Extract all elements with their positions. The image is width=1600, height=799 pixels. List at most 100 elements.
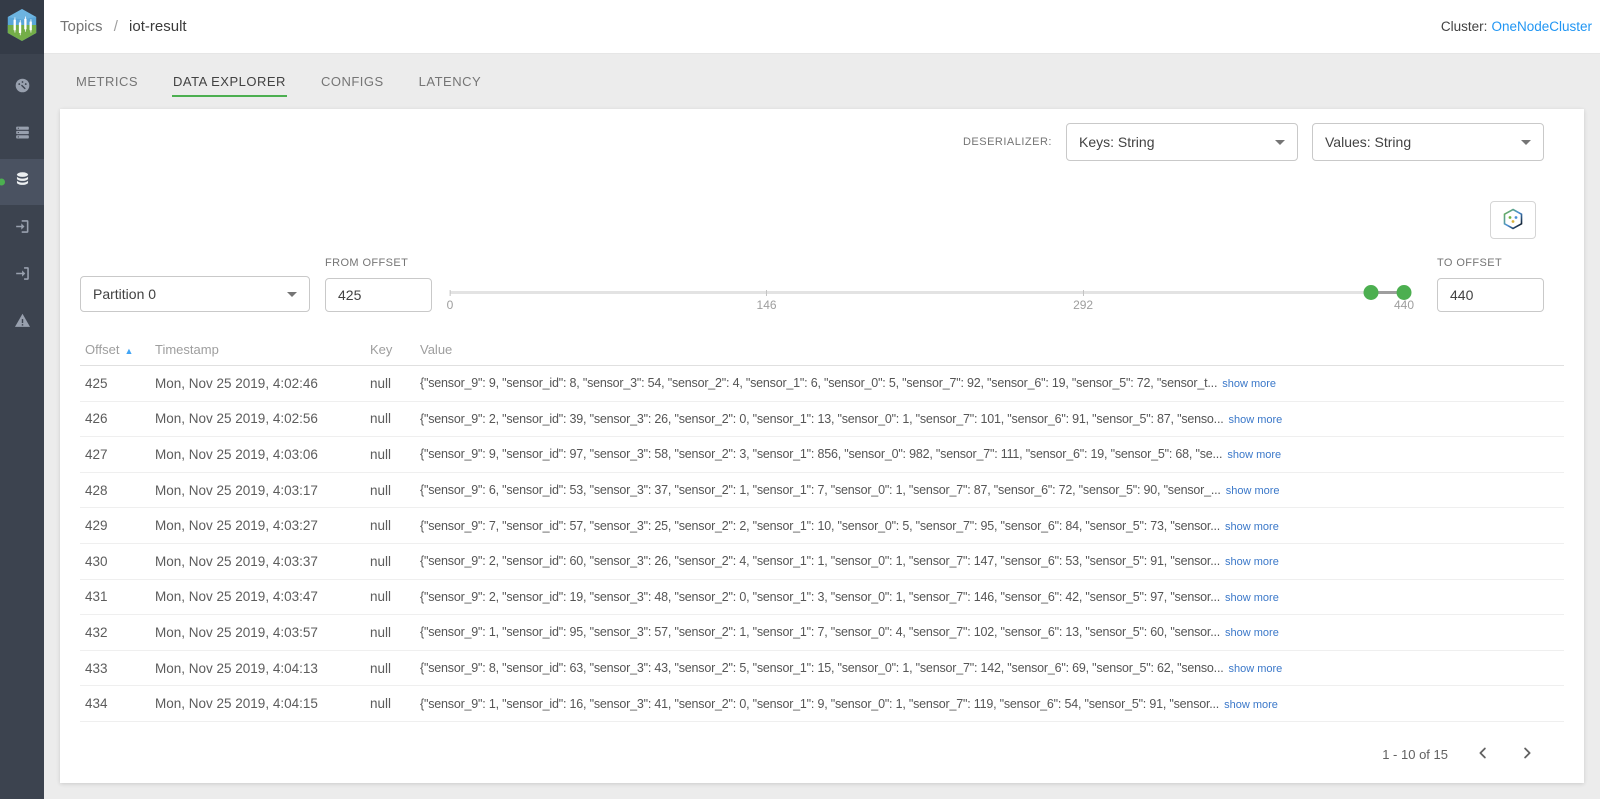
- cell-key: null: [370, 482, 392, 498]
- tab-configs[interactable]: CONFIGS: [320, 66, 385, 97]
- from-offset-label: FROM OFFSET: [325, 257, 409, 269]
- sidebar-item-topics[interactable]: [0, 159, 44, 205]
- pagination-range: 1 - 10 of 15: [1382, 747, 1448, 762]
- tab-data-explorer[interactable]: DATA EXPLORER: [172, 66, 287, 97]
- show-more-link[interactable]: show more: [1227, 449, 1281, 461]
- sidebar-item-consumers[interactable]: [0, 206, 44, 252]
- cell-value: {"sensor_9": 1, "sensor_id": 16, "sensor…: [420, 697, 1564, 711]
- values-deserializer-select[interactable]: Values: String: [1312, 123, 1544, 161]
- show-more-link[interactable]: show more: [1229, 663, 1283, 675]
- offset-range-slider[interactable]: 0 146 292 440: [447, 264, 1414, 312]
- cell-value-text: {"sensor_9": 7, "sensor_id": 57, "sensor…: [420, 518, 1221, 533]
- cell-timestamp: Mon, Nov 25 2019, 4:02:46: [155, 375, 318, 391]
- values-select-value: Values: String: [1325, 134, 1412, 150]
- table-row: 428 Mon, Nov 25 2019, 4:03:17 null {"sen…: [80, 473, 1564, 509]
- cell-key: null: [370, 660, 392, 676]
- show-more-link[interactable]: show more: [1225, 627, 1279, 639]
- cell-key: null: [370, 446, 392, 462]
- cell-value-text: {"sensor_9": 1, "sensor_id": 95, "sensor…: [420, 625, 1221, 640]
- to-offset-field: TO OFFSET: [1437, 257, 1544, 312]
- topics-ui-hex-button[interactable]: [1490, 201, 1536, 239]
- keys-deserializer-select[interactable]: Keys: String: [1066, 123, 1298, 161]
- page-title: iot-result: [129, 18, 187, 35]
- cell-offset: 434: [85, 696, 108, 712]
- table-row: 427 Mon, Nov 25 2019, 4:03:06 null {"sen…: [80, 437, 1564, 473]
- cell-offset: 429: [85, 518, 108, 534]
- deserializer-label: DESERIALIZER:: [962, 136, 1052, 148]
- cell-offset: 428: [85, 482, 108, 498]
- cell-offset: 425: [85, 375, 108, 391]
- tab-metrics[interactable]: METRICS: [75, 66, 139, 97]
- slider-tick: 146: [757, 290, 777, 312]
- cell-value: {"sensor_9": 6, "sensor_id": 53, "sensor…: [420, 483, 1564, 497]
- cell-value-text: {"sensor_9": 9, "sensor_id": 97, "sensor…: [420, 447, 1223, 462]
- cell-value-text: {"sensor_9": 6, "sensor_id": 53, "sensor…: [420, 483, 1221, 498]
- dashboard-gauge-icon: [13, 76, 32, 100]
- from-offset-input[interactable]: [325, 278, 432, 312]
- show-more-link[interactable]: show more: [1222, 378, 1276, 390]
- cell-offset: 430: [85, 553, 108, 569]
- main-area: Topics / iot-result Cluster: OneNodeClust…: [44, 0, 1600, 799]
- slider-track[interactable]: [450, 291, 1404, 294]
- slider-handle-from[interactable]: [1363, 285, 1379, 300]
- show-more-link[interactable]: show more: [1224, 699, 1278, 711]
- sidebar-item-dashboard[interactable]: [0, 65, 44, 111]
- sidebar-item-alerts[interactable]: [0, 300, 44, 346]
- from-offset-field: FROM OFFSET: [325, 257, 432, 312]
- offset-controls-row: Partition 0 FROM OFFSET 0146292440 TO OF…: [60, 257, 1584, 312]
- cell-key: null: [370, 375, 392, 391]
- cell-timestamp: Mon, Nov 25 2019, 4:03:06: [155, 446, 318, 462]
- cell-offset: 432: [85, 624, 108, 640]
- tab-bar: METRICS DATA EXPLORER CONFIGS LATENCY: [44, 54, 1600, 109]
- cell-value: {"sensor_9": 8, "sensor_id": 63, "sensor…: [420, 661, 1564, 675]
- chevron-left-icon: [1474, 744, 1492, 765]
- keys-select-value: Keys: String: [1079, 134, 1155, 150]
- cluster-link[interactable]: OneNodeCluster: [1491, 19, 1592, 34]
- column-header-value: Value: [420, 342, 453, 357]
- show-more-link[interactable]: show more: [1225, 592, 1279, 604]
- consumers-exit-icon: [13, 217, 32, 241]
- to-offset-label: TO OFFSET: [1437, 257, 1503, 269]
- partition-select[interactable]: Partition 0: [80, 276, 310, 312]
- pagination: 1 - 10 of 15: [60, 734, 1584, 783]
- table-row: 430 Mon, Nov 25 2019, 4:03:37 null {"sen…: [80, 544, 1564, 580]
- table-row: 429 Mon, Nov 25 2019, 4:03:27 null {"sen…: [80, 508, 1564, 544]
- cell-timestamp: Mon, Nov 25 2019, 4:03:37: [155, 553, 318, 569]
- sidebar-item-brokers[interactable]: [0, 112, 44, 158]
- slider-handle-to[interactable]: [1396, 285, 1412, 300]
- cluster-label: Cluster:: [1440, 19, 1488, 34]
- show-more-link[interactable]: show more: [1225, 556, 1279, 568]
- sort-ascending-icon[interactable]: ▲: [124, 346, 133, 356]
- table-row: 434 Mon, Nov 25 2019, 4:04:15 null {"sen…: [80, 686, 1564, 722]
- show-more-link[interactable]: show more: [1229, 414, 1283, 426]
- sidebar-item-connect[interactable]: [0, 253, 44, 299]
- app-logo[interactable]: [0, 0, 44, 54]
- cell-key: null: [370, 411, 392, 427]
- deserializer-row: DESERIALIZER: Keys: String Values: Strin…: [60, 109, 1584, 161]
- cell-offset: 427: [85, 446, 108, 462]
- chevron-down-icon: [1521, 139, 1531, 145]
- show-more-link[interactable]: show more: [1226, 485, 1280, 497]
- cell-value-text: {"sensor_9": 1, "sensor_id": 16, "sensor…: [420, 696, 1220, 711]
- next-page-button[interactable]: [1518, 744, 1536, 765]
- show-more-link[interactable]: show more: [1225, 521, 1279, 533]
- cell-timestamp: Mon, Nov 25 2019, 4:04:15: [155, 696, 318, 712]
- chevron-down-icon: [1275, 139, 1285, 145]
- messages-table: Offset ▲ Timestamp Key Value 425 Mon, Nov…: [60, 334, 1584, 722]
- cell-timestamp: Mon, Nov 25 2019, 4:02:56: [155, 411, 318, 427]
- cell-value-text: {"sensor_9": 2, "sensor_id": 19, "sensor…: [420, 589, 1221, 604]
- to-offset-input[interactable]: [1437, 278, 1544, 312]
- table-row: 426 Mon, Nov 25 2019, 4:02:56 null {"sen…: [80, 402, 1564, 438]
- prev-page-button[interactable]: [1474, 744, 1492, 765]
- cell-value: {"sensor_9": 9, "sensor_id": 8, "sensor_…: [420, 376, 1564, 390]
- column-header-offset[interactable]: Offset ▲: [80, 342, 155, 357]
- cell-value-text: {"sensor_9": 9, "sensor_id": 8, "sensor_…: [420, 376, 1218, 391]
- tab-latency[interactable]: LATENCY: [418, 66, 483, 97]
- cell-value: {"sensor_9": 2, "sensor_id": 60, "sensor…: [420, 554, 1564, 568]
- cell-value-text: {"sensor_9": 2, "sensor_id": 60, "sensor…: [420, 554, 1221, 569]
- breadcrumb-topics-link[interactable]: Topics: [60, 18, 103, 35]
- cell-offset: 433: [85, 660, 108, 676]
- table-body: 425 Mon, Nov 25 2019, 4:02:46 null {"sen…: [80, 366, 1564, 722]
- content-card: DESERIALIZER: Keys: String Values: Strin…: [60, 109, 1584, 783]
- cell-key: null: [370, 589, 392, 605]
